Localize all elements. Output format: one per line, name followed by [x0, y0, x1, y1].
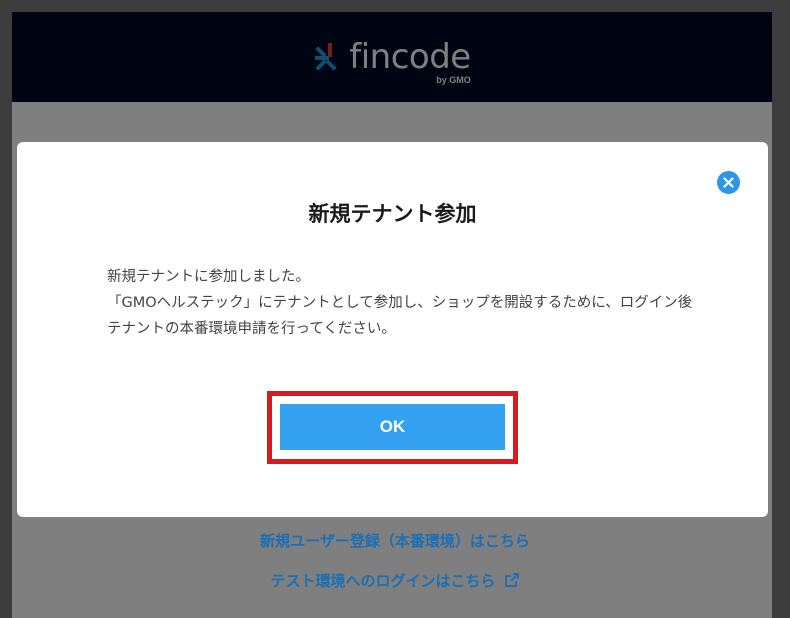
message-line-1: 新規テナントに参加しました。 [107, 269, 310, 285]
message-line-2: 「GMOヘルステック」にテナントとして参加し、ショップを開設するために、ログイン… [107, 295, 693, 337]
background-links: 新規ユーザー登録（本番環境）はこちら テスト環境へのログインはこちら [0, 530, 790, 610]
ok-button[interactable]: OK [280, 404, 505, 450]
test-login-link-label: テスト環境へのログインはこちら [270, 572, 496, 590]
close-button[interactable] [717, 171, 740, 194]
modal-title: 新規テナント参加 [308, 202, 477, 226]
test-login-link[interactable]: テスト環境へのログインはこちら [0, 570, 790, 592]
modal-message: 新規テナントに参加しました。 「GMOヘルステック」にテナントとして参加し、ショ… [107, 264, 697, 342]
external-link-icon [504, 573, 519, 587]
register-link-label: 新規ユーザー登録（本番環境）はこちら [260, 532, 530, 550]
new-tenant-modal: 新規テナント参加 新規テナントに参加しました。 「GMOヘルステック」にテナント… [17, 142, 768, 517]
close-icon [723, 177, 734, 188]
register-link[interactable]: 新規ユーザー登録（本番環境）はこちら [0, 530, 790, 552]
